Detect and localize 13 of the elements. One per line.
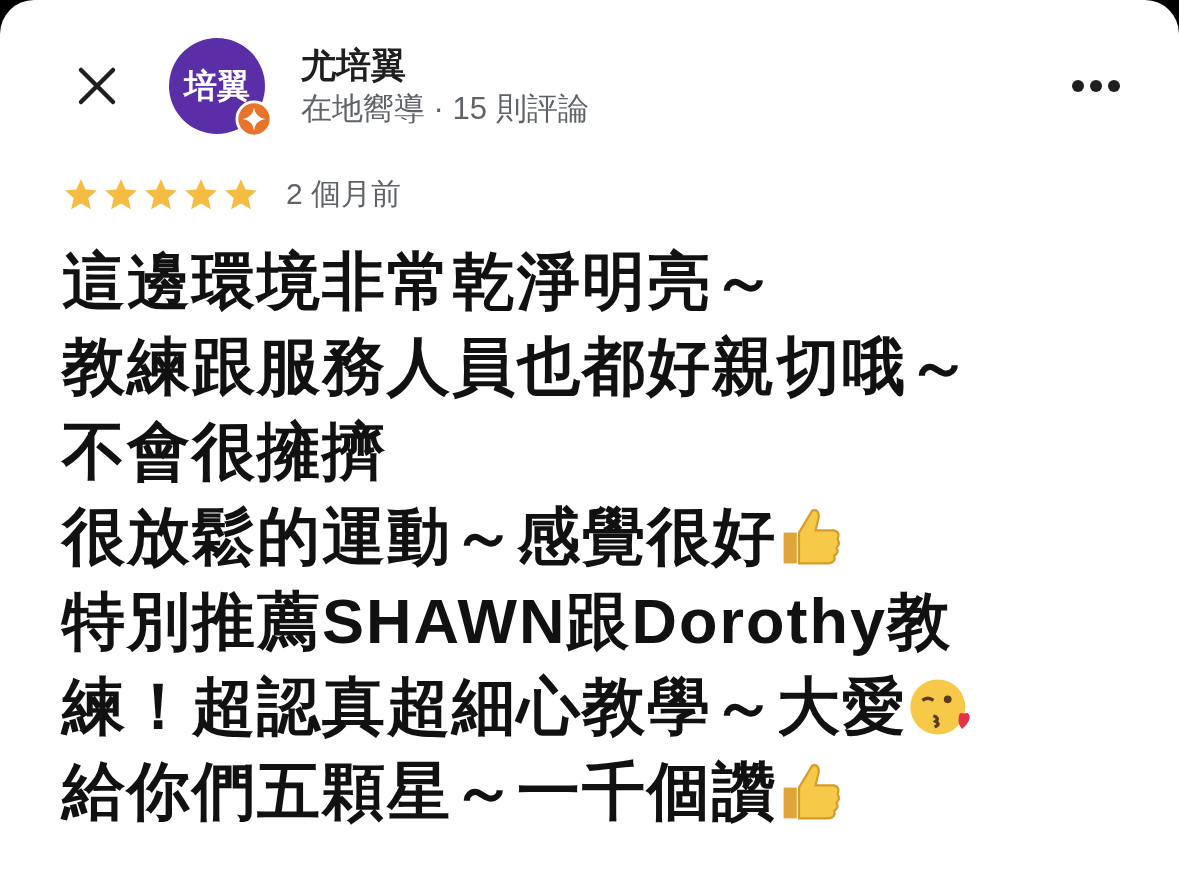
reviewer-name[interactable]: 尤培翼 xyxy=(301,42,1071,88)
avatar[interactable]: 培翼 xyxy=(169,38,265,134)
reviewer-subtitle: 在地嚮導 · 15 則評論 xyxy=(301,90,590,128)
review-text: 練！超認真超細心教學～大愛 xyxy=(62,669,907,743)
review-text: 這邊環境非常乾淨明亮～ xyxy=(62,244,777,318)
review-text: 特別推薦SHAWN跟Dorothy教 xyxy=(62,584,952,658)
review-text: 很放鬆的運動～感覺很好 xyxy=(62,499,777,573)
review-date: 2 個月前 xyxy=(286,176,402,212)
review-text: 教練跟服務人員也都好親切哦～ xyxy=(62,329,972,403)
review-text: 不會很擁擠 xyxy=(62,414,387,488)
review-text: 給你們五顆星～一千個讚 xyxy=(62,754,777,828)
more-options-icon[interactable] xyxy=(1071,79,1121,93)
close-icon[interactable] xyxy=(77,66,117,106)
